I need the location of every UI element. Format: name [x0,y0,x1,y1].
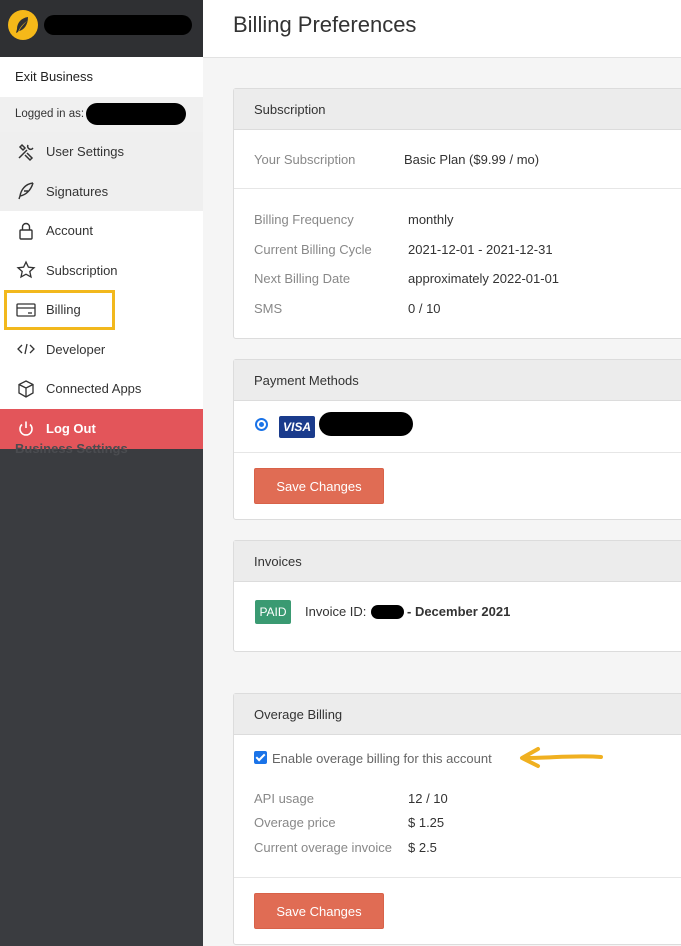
api-usage-label: API usage [254,791,314,806]
paid-status-badge: PAID [255,600,291,624]
next-billing-date-value: approximately 2022-01-01 [408,271,560,286]
redacted-invoice-id [371,605,404,619]
sidebar-item-developer[interactable]: Developer [0,330,203,370]
sidebar-item-connected-apps[interactable]: Connected Apps [0,369,203,409]
divider [234,188,681,189]
annotation-arrow-icon [520,747,603,768]
box-icon [15,378,37,400]
billing-frequency-label: Billing Frequency [254,212,354,227]
card-icon [15,299,37,321]
invoices-card: Invoices PAID Invoice ID: - December 202… [233,540,681,652]
feather-icon [15,180,37,202]
tools-icon [15,141,37,163]
visa-card-icon: VISA [279,416,315,438]
invoice-id-label: Invoice ID: [305,604,367,619]
your-subscription-value: Basic Plan ($9.99 / mo) [404,152,540,167]
sidebar-item-label: Developer [46,341,106,357]
card-heading: Invoices [234,541,681,582]
sidebar-item-label: Billing [46,302,81,318]
next-billing-date-label: Next Billing Date [254,271,351,286]
payment-method-radio[interactable] [255,418,268,431]
account-menu: Exit Business Logged in as: User Setting… [0,57,203,449]
overage-billing-card: Overage Billing Enable overage billing f… [233,693,681,945]
sidebar-item-label: Signatures [46,183,109,199]
enable-overage-checkbox[interactable] [254,751,267,764]
divider [234,877,681,878]
card-heading: Payment Methods [234,360,681,401]
power-icon [15,418,37,440]
sidebar-item-label: User Settings [46,144,125,160]
sidebar: Exit Business Logged in as: User Setting… [0,0,203,946]
save-payment-button[interactable]: Save Changes [254,468,384,504]
billing-cycle-value: 2021-12-01 - 2021-12-31 [408,242,553,257]
sidebar-header [0,0,203,57]
logged-in-as: Logged in as: [0,97,203,132]
feather-logo-icon [16,17,28,33]
logout-label: Log Out [46,421,96,436]
sms-label: SMS [254,301,283,316]
lock-icon [15,220,37,242]
sidebar-item-signatures[interactable]: Signatures [0,171,203,211]
sidebar-item-business-settings[interactable]: Business Settings [15,441,128,456]
sidebar-item-account[interactable]: Account [0,211,203,251]
redacted-account-name [44,15,192,35]
page-header: Billing Preferences [203,0,681,58]
overage-price-label: Overage price [254,815,336,830]
sidebar-item-label: Subscription [46,262,118,278]
redacted-card-number [319,412,413,436]
sidebar-item-label: Connected Apps [46,381,142,397]
exit-business-link[interactable]: Exit Business [0,57,203,97]
redacted-username [86,103,186,125]
sidebar-item-subscription[interactable]: Subscription [0,251,203,291]
star-icon [15,259,37,281]
logged-in-label: Logged in as: [15,108,85,120]
page-title: Billing Preferences [233,12,417,37]
save-overage-button[interactable]: Save Changes [254,893,384,929]
billing-cycle-label: Current Billing Cycle [254,242,372,257]
invoice-month[interactable]: - December 2021 [407,604,510,619]
api-usage-value: 12 / 10 [408,791,448,806]
code-icon [15,338,37,360]
app-logo[interactable] [8,10,38,40]
sidebar-item-billing[interactable]: Billing [4,290,115,330]
overage-price-value: $ 1.25 [408,815,445,830]
sidebar-item-user-settings[interactable]: User Settings [0,132,203,172]
current-overage-value: $ 2.5 [408,840,437,855]
card-heading: Subscription [234,89,681,130]
current-overage-label: Current overage invoice [254,840,393,855]
divider [234,452,681,453]
sms-value: 0 / 10 [408,301,441,316]
billing-frequency-value: monthly [408,212,454,227]
your-subscription-label: Your Subscription [254,152,356,167]
enable-overage-label[interactable]: Enable overage billing for this account [272,751,492,766]
sidebar-item-label: Account [46,223,93,239]
payment-methods-card: Payment Methods VISA Save Changes [233,359,681,520]
subscription-card: Subscription Your Subscription Basic Pla… [233,88,681,339]
card-heading: Overage Billing [234,694,681,735]
